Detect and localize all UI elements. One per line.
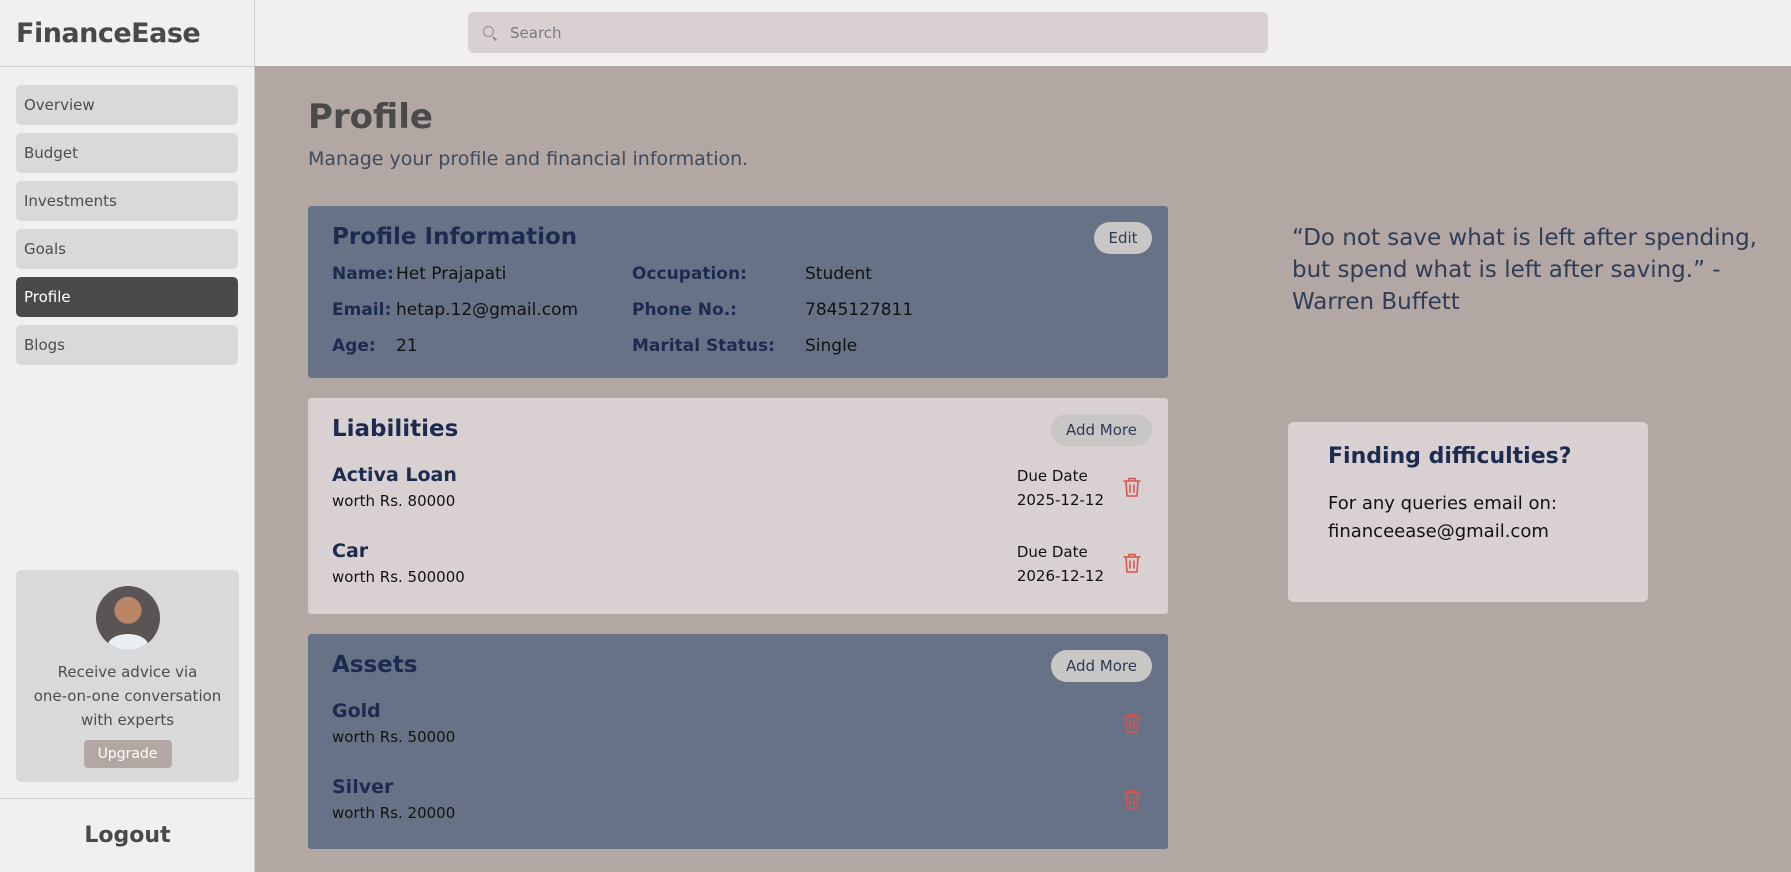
info-label: Marital Status:	[632, 336, 775, 356]
liabilities-card: Liabilities Add More Activa Loan worth R…	[308, 398, 1168, 614]
info-email: Email:	[332, 300, 391, 320]
info-label: Email:	[332, 300, 392, 320]
top-bar	[255, 0, 1791, 66]
liability-worth: worth Rs. 80000	[332, 492, 456, 510]
info-phone-value: 7845127811	[805, 300, 913, 320]
help-text: For any queries email on: financeease@gm…	[1328, 490, 1628, 546]
expert-avatar	[95, 586, 160, 650]
advice-text-line: with experts	[80, 711, 175, 729]
info-value: 21	[396, 336, 418, 356]
help-card: Finding difficulties? For any queries em…	[1288, 422, 1648, 602]
sidebar-item-overview[interactable]: Overview	[16, 85, 238, 125]
liability-name: Activa Loan	[332, 464, 457, 486]
upgrade-button[interactable]: Upgrade	[83, 740, 172, 768]
asset-name: Silver	[332, 776, 394, 798]
trash-icon[interactable]	[1122, 476, 1142, 498]
search-icon	[482, 25, 498, 41]
assets-card: Assets Add More Gold worth Rs. 50000 Sil…	[308, 634, 1168, 849]
due-date-value: 2026-12-12	[1016, 567, 1104, 585]
search-input[interactable]	[510, 23, 1210, 42]
info-value: Het Prajapati	[396, 264, 507, 284]
search-bar[interactable]	[468, 12, 1268, 53]
info-value: Single	[805, 336, 858, 356]
info-value: Student	[805, 264, 872, 284]
help-title: Finding difficulties?	[1328, 444, 1572, 469]
add-asset-button[interactable]: Add More	[1051, 650, 1152, 682]
sidebar-item-goals[interactable]: Goals	[16, 229, 238, 269]
financial-quote: “Do not save what is left after spending…	[1292, 225, 1757, 315]
info-occupation: Occupation:	[632, 264, 747, 284]
info-label: Occupation:	[632, 264, 747, 284]
due-date-value: 2025-12-12	[1016, 491, 1104, 509]
add-liability-button[interactable]: Add More	[1051, 414, 1152, 446]
info-label: Phone No.:	[632, 300, 737, 320]
advice-text: Receive advice via one-on-one conversati…	[28, 660, 228, 732]
due-date-label: Due Date	[1016, 467, 1088, 485]
asset-worth: worth Rs. 20000	[332, 804, 456, 822]
info-value: hetap.12@gmail.com	[396, 300, 579, 320]
info-label: Age:	[332, 336, 376, 356]
sidebar-item-budget[interactable]: Budget	[16, 133, 238, 173]
logout-button[interactable]: Logout	[0, 798, 255, 872]
sidebar-item-profile[interactable]: Profile	[16, 277, 238, 317]
info-name-value: Het Prajapati	[396, 264, 506, 284]
info-marital-status: Marital Status:	[632, 336, 775, 356]
trash-icon[interactable]	[1122, 552, 1142, 574]
page-subtitle: Manage your profile and financial inform…	[308, 148, 749, 170]
help-text-line: For any queries email on:	[1328, 493, 1557, 514]
sidebar-item-blogs[interactable]: Blogs	[16, 325, 238, 365]
info-age: Age:	[332, 336, 376, 356]
asset-worth: worth Rs. 50000	[332, 728, 456, 746]
liability-worth: worth Rs. 500000	[332, 568, 465, 586]
liability-due: Due Date 2026-12-12	[1017, 540, 1104, 588]
info-phone: Phone No.:	[632, 300, 737, 320]
card-title: Profile Information	[332, 224, 578, 250]
info-email-value: hetap.12@gmail.com	[396, 300, 578, 320]
help-email-link[interactable]: financeease@gmail.com	[1328, 518, 1628, 546]
brand-logo[interactable]: FinanceEase	[0, 0, 254, 67]
sidebar-nav: Overview Budget Investments Goals Profil…	[0, 67, 254, 365]
sidebar: FinanceEase Overview Budget Investments …	[0, 0, 255, 872]
trash-icon[interactable]	[1122, 788, 1142, 810]
asset-name: Gold	[332, 700, 381, 722]
page-title: Profile	[308, 97, 433, 137]
profile-information-card: Profile Information Edit Name: Het Praja…	[308, 206, 1168, 378]
info-occupation-value: Student	[805, 264, 872, 284]
card-title: Assets	[332, 652, 418, 678]
info-label: Name:	[332, 264, 394, 284]
liability-name: Car	[332, 540, 369, 562]
sidebar-item-investments[interactable]: Investments	[16, 181, 238, 221]
info-marital-status-value: Single	[805, 336, 857, 356]
trash-icon[interactable]	[1122, 712, 1142, 734]
due-date-label: Due Date	[1016, 543, 1088, 561]
card-title: Liabilities	[332, 416, 459, 442]
advice-text-line: one-on-one conversation	[33, 687, 222, 705]
info-name: Name:	[332, 264, 394, 284]
liability-due: Due Date 2025-12-12	[1017, 464, 1104, 512]
info-value: 7845127811	[805, 300, 914, 320]
expert-advice-card: Receive advice via one-on-one conversati…	[16, 570, 239, 782]
edit-button[interactable]: Edit	[1094, 222, 1152, 254]
advice-text-line: Receive advice via	[57, 663, 198, 681]
info-age-value: 21	[396, 336, 418, 356]
